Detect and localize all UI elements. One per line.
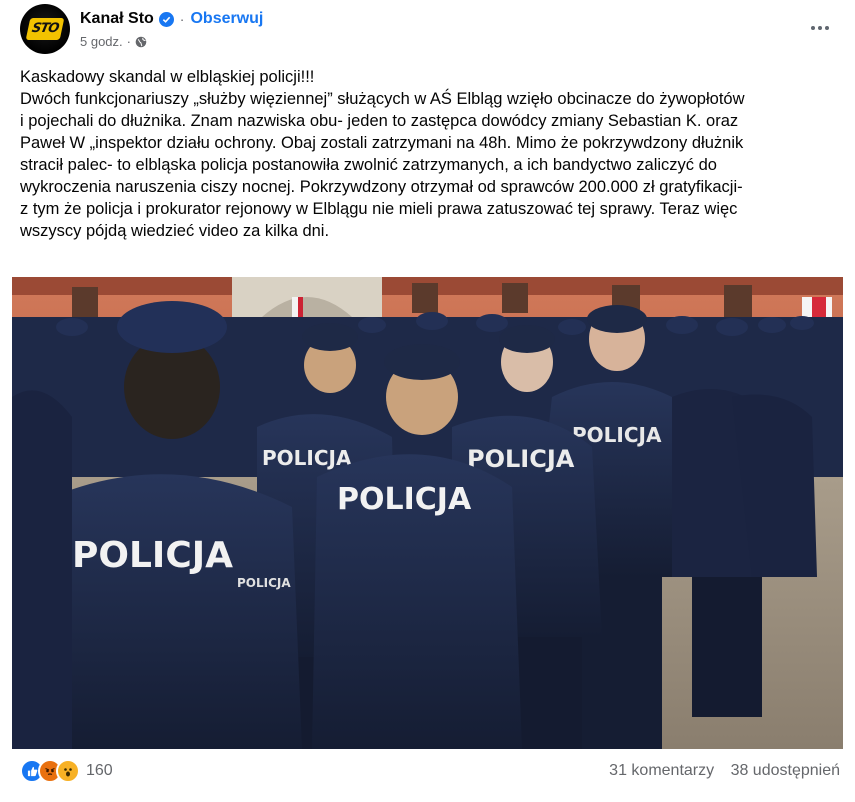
svg-text:POLICJA: POLICJA <box>467 445 575 473</box>
engagement-stats: 31 komentarzy 38 udostępnień <box>597 762 840 780</box>
post-footer: 160 31 komentarzy 38 udostępnień <box>20 756 840 788</box>
separator-dot: · <box>179 11 185 27</box>
more-dots-icon[interactable] <box>808 16 832 40</box>
svg-text:POLICJA: POLICJA <box>237 576 291 590</box>
meta-dot: · <box>126 34 131 49</box>
post-text-line: i pojechali do dłużnika. Znam nazwiska o… <box>20 112 739 130</box>
post-text-line: Paweł W „inspektor działu ochrony. Obaj … <box>20 134 744 152</box>
post-text-line: stracił palec- to elbląska policja posta… <box>20 156 717 174</box>
post-meta: 5 godz. · <box>80 34 147 49</box>
post-text-line: wszyscy pójdą wiedzieć video za kilka dn… <box>20 222 330 240</box>
shares-count[interactable]: 38 udostępnień <box>731 762 840 779</box>
post-photo[interactable]: POLICJA POLICJA POLICJA POLICJA POLICJA … <box>12 277 843 749</box>
reactions-summary[interactable]: 160 <box>20 759 113 783</box>
post-text-line: z tym że policja i prokurator rejonowy w… <box>20 200 738 218</box>
post-text-line: Kaskadowy skandal w elbląskiej policji!!… <box>20 68 315 86</box>
svg-text:POLICJA: POLICJA <box>262 446 352 470</box>
wow-icon <box>56 759 80 783</box>
post-text-line: wykroczenia naruszenia ciszy nocnej. Pok… <box>20 178 743 196</box>
sto-logo: STO <box>25 18 65 40</box>
post-time[interactable]: 5 godz. <box>80 34 123 49</box>
page-avatar[interactable]: STO <box>20 4 70 54</box>
svg-text:POLICJA: POLICJA <box>72 535 233 576</box>
post-text-line: Dwóch funkcjonariuszy „służby więziennej… <box>20 90 745 108</box>
page-name[interactable]: Kanał Sto <box>80 10 154 28</box>
verified-badge-icon <box>158 11 174 27</box>
svg-text:POLICJA: POLICJA <box>337 482 472 517</box>
post-header: STO Kanał Sto · Obserwuj 5 godz. · <box>20 4 840 56</box>
follow-button[interactable]: Obserwuj <box>190 10 263 28</box>
comments-count[interactable]: 31 komentarzy <box>609 762 714 779</box>
reaction-count[interactable]: 160 <box>86 762 113 780</box>
globe-icon[interactable] <box>135 36 147 48</box>
name-row: Kanał Sto · Obserwuj <box>80 8 263 30</box>
police-parade-image: POLICJA POLICJA POLICJA POLICJA POLICJA … <box>12 277 843 749</box>
post-text: Kaskadowy skandal w elbląskiej policji!!… <box>20 66 840 242</box>
